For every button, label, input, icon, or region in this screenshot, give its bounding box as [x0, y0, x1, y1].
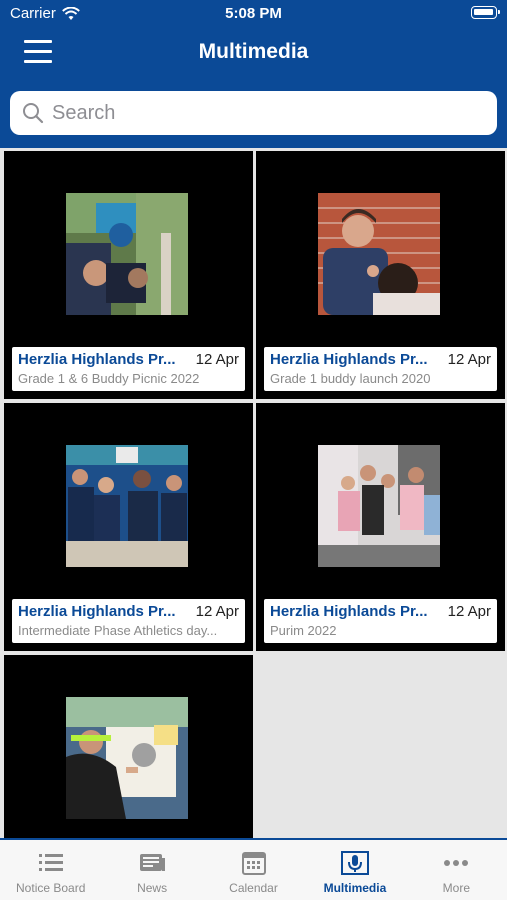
- header: Carrier 5:08 PM Multimedia: [0, 0, 507, 148]
- clock: 5:08 PM: [225, 5, 282, 22]
- album-thumbnail: [66, 445, 188, 567]
- album-title: Purim 2022: [270, 623, 337, 638]
- tab-label: News: [137, 881, 168, 895]
- microphone-icon: [340, 851, 369, 875]
- album-card[interactable]: Herzlia Highlands Pr... 12 Apr Grade 1 &…: [4, 151, 253, 399]
- search-icon: [23, 103, 44, 124]
- album-caption: Herzlia Highlands Pr... 12 Apr Grade 1 &…: [12, 347, 245, 391]
- album-card[interactable]: Herzlia Highlands Pr... 12 Apr Purim 202…: [256, 403, 505, 651]
- tab-news[interactable]: News: [101, 840, 202, 900]
- media-grid: Herzlia Highlands Pr... 12 Apr Grade 1 &…: [0, 148, 507, 838]
- tab-calendar[interactable]: Calendar: [203, 840, 304, 900]
- more-dots-icon: [444, 860, 469, 866]
- page-title: Multimedia: [198, 40, 309, 63]
- album-caption: Herzlia Highlands Pr... 12 Apr Purim 202…: [264, 599, 497, 643]
- tab-bar: Notice Board News Calendar Multimedia Mo…: [0, 838, 507, 900]
- status-bar: Carrier 5:08 PM: [0, 0, 507, 28]
- album-date: 12 Apr: [195, 351, 239, 368]
- album-author: Herzlia Highlands Pr...: [270, 603, 428, 620]
- album-card[interactable]: Herzlia Highlands Pr... 12 Apr Intermedi…: [4, 403, 253, 651]
- album-author: Herzlia Highlands Pr...: [18, 351, 176, 368]
- newspaper-icon: [140, 854, 166, 871]
- search-input[interactable]: [52, 101, 472, 125]
- tab-label: More: [442, 881, 470, 895]
- calendar-icon: [241, 852, 266, 875]
- album-caption: Herzlia Highlands Pr... 12 Apr Grade 1 b…: [264, 347, 497, 391]
- list-icon: [38, 854, 63, 871]
- app: Carrier 5:08 PM Multimedia Search Herzli…: [0, 0, 507, 900]
- album-date: 12 Apr: [447, 351, 491, 368]
- album-thumbnail: [66, 193, 188, 315]
- tab-label: Multimedia: [323, 881, 387, 895]
- album-date: 12 Apr: [447, 603, 491, 620]
- album-title: Intermediate Phase Athletics day...: [18, 623, 218, 638]
- album-thumbnail: [66, 697, 188, 819]
- tab-label: Calendar: [229, 881, 278, 895]
- tab-more[interactable]: More: [406, 840, 507, 900]
- tab-notice-board[interactable]: Notice Board: [0, 840, 101, 900]
- album-card[interactable]: [4, 655, 253, 838]
- album-author: Herzlia Highlands Pr...: [270, 351, 428, 368]
- tab-multimedia[interactable]: Multimedia: [304, 840, 405, 900]
- search-bar[interactable]: [10, 91, 497, 135]
- tab-label: Notice Board: [16, 881, 86, 895]
- album-title: Grade 1 buddy launch 2020: [270, 371, 431, 386]
- album-caption: Herzlia Highlands Pr... 12 Apr Intermedi…: [12, 599, 245, 643]
- album-card[interactable]: Herzlia Highlands Pr... 12 Apr Grade 1 b…: [256, 151, 505, 399]
- battery-icon: [471, 6, 500, 19]
- album-date: 12 Apr: [195, 603, 239, 620]
- album-title: Grade 1 & 6 Buddy Picnic 2022: [18, 371, 200, 386]
- album-thumbnail: [318, 445, 440, 567]
- album-author: Herzlia Highlands Pr...: [18, 603, 176, 620]
- album-thumbnail: [318, 193, 440, 315]
